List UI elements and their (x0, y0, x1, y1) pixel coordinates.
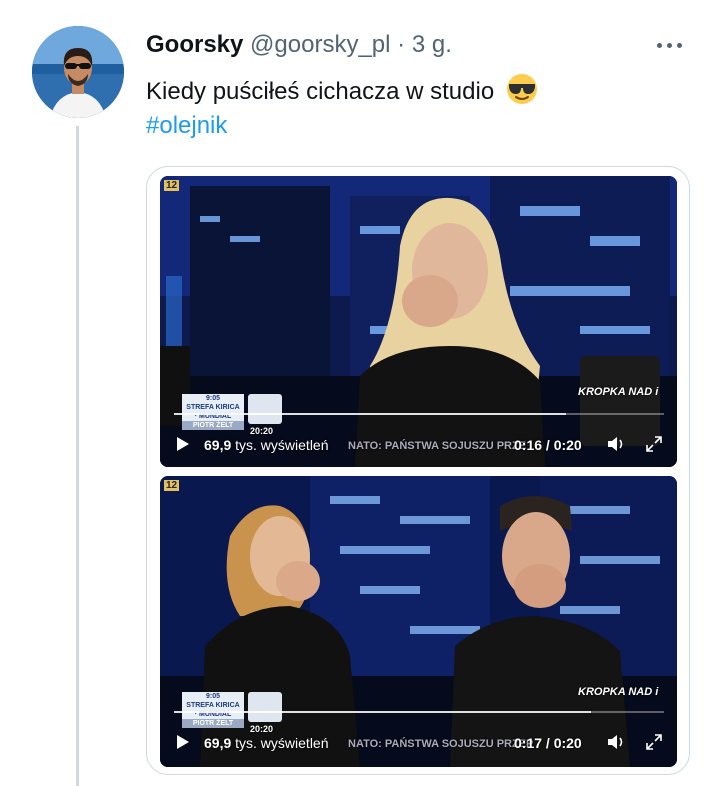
thread-line (76, 126, 79, 786)
video-time: 0:16 / 0:20 (514, 437, 582, 453)
view-count: 69,9 tys. wyświetleń (204, 735, 329, 751)
show-strip: 9:05 STREFA KIRICA · MUNDIAL PIOTR ŻELT (182, 394, 244, 430)
strip-text-3: PIOTR ŻELT (182, 421, 244, 430)
show-strip: 9:05 STREFA KIRICA · MUNDIAL PIOTR ŻELT (182, 692, 244, 728)
separator: · (397, 31, 406, 58)
video-time: 0:17 / 0:20 (514, 735, 582, 751)
volume-icon[interactable] (606, 436, 626, 452)
show-logo: KROPKA NAD i (578, 386, 659, 398)
avatar[interactable] (32, 26, 124, 118)
timestamp[interactable]: 3 g. (412, 31, 452, 58)
tweet-text: Kiedy puściłeś cichacza w studio (146, 72, 539, 109)
progress-fill (174, 711, 591, 713)
tweet-body: Kiedy puściłeś cichacza w studio (146, 78, 495, 105)
more-options-icon[interactable] (654, 33, 686, 57)
tweet-header: Goorsky @goorsky_pl · 3 g. (146, 30, 452, 60)
avatar-photo (32, 26, 124, 118)
view-number: 69,9 (204, 437, 232, 453)
channel-time: 20:20 (250, 426, 274, 436)
channel-time: 20:20 (250, 724, 274, 734)
age-rating: 12 (164, 480, 180, 491)
age-rating: 12 (164, 180, 180, 191)
strip-clock: 9:05 (205, 395, 220, 402)
view-suffix: tys. wyświetleń (235, 735, 329, 751)
strip-text-1: STREFA KIRICA (186, 404, 240, 411)
video-player-1[interactable]: 12 9:05 STREFA KIRICA · MUNDIAL PIOTR ŻE… (160, 176, 677, 467)
fullscreen-icon[interactable] (646, 734, 662, 750)
fullscreen-icon[interactable] (646, 436, 662, 452)
strip-text-1: STREFA KIRICA (186, 702, 240, 709)
handle[interactable]: @goorsky_pl (250, 31, 390, 58)
sunglasses-emoji-icon (506, 74, 537, 104)
news-ticker: NATO: PAŃSTWA SOJUSZU PRZEP (348, 738, 534, 750)
strip-text-3: PIOTR ŻELT (182, 719, 244, 728)
view-count: 69,9 tys. wyświetleń (204, 437, 329, 453)
display-name[interactable]: Goorsky (146, 31, 243, 58)
channel-logo (248, 692, 282, 722)
play-icon[interactable] (176, 436, 190, 452)
video-player-2[interactable]: 12 9:05 STREFA KIRICA · MUNDIAL PIOTR ŻE… (160, 476, 677, 767)
view-number: 69,9 (204, 735, 232, 751)
play-icon[interactable] (176, 734, 190, 750)
volume-icon[interactable] (606, 734, 626, 750)
channel-logo (248, 394, 282, 424)
hashtag-link[interactable]: #olejnik (146, 109, 227, 143)
progress-fill (174, 413, 566, 415)
news-ticker: NATO: PAŃSTWA SOJUSZU PRZE (348, 440, 527, 452)
view-suffix: tys. wyświetleń (235, 437, 329, 453)
show-logo: KROPKA NAD i (578, 686, 659, 698)
strip-clock: 9:05 (205, 693, 220, 700)
